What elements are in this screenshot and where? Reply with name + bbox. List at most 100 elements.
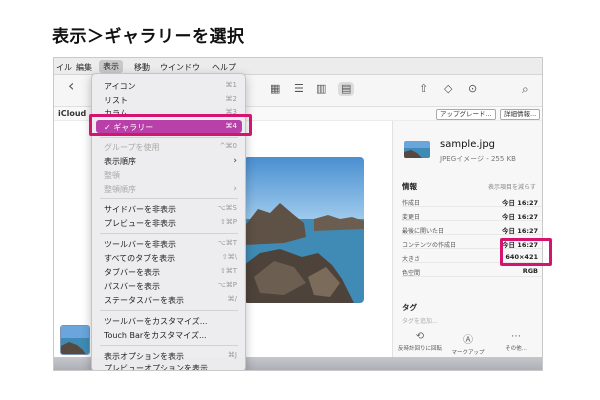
menu-separator	[100, 233, 238, 234]
info-row-last-opened: 最後に開いた日 今日 16:27	[402, 223, 542, 235]
menu-edit[interactable]: 編集	[76, 62, 92, 73]
menu-item-customize-toolbar[interactable]: ツールバーをカスタマイズ...	[92, 314, 245, 327]
highlight-box-gallery	[89, 114, 252, 136]
back-icon[interactable]: ‹	[68, 78, 74, 94]
menu-item-label: Touch Barをカスタマイズ...	[104, 331, 207, 340]
search-icon[interactable]: ⌕	[522, 82, 529, 96]
details-button[interactable]: 詳細情報...	[500, 109, 541, 120]
menu-item-icon-view[interactable]: アイコン ⌘1	[92, 79, 245, 92]
info-value: 今日 16:27	[502, 213, 538, 221]
menu-item-hide-sidebar[interactable]: サイドバーを非表示 ⌥⌘S	[92, 202, 245, 215]
gallery-icon[interactable]: ▤	[338, 82, 355, 96]
gallery-thumbnail[interactable]	[60, 325, 90, 355]
menu-item-show-status-bar[interactable]: ステータスバーを表示 ⌘/	[92, 293, 245, 306]
menu-window[interactable]: ウインドウ	[160, 62, 200, 73]
highlight-box-dimensions	[500, 238, 552, 266]
tags-input[interactable]: タグを追加...	[402, 316, 438, 325]
markup-icon: Ⓐ	[463, 335, 473, 346]
menu-item-show-all-tabs[interactable]: すべてのタブを表示 ⇧⌘\	[92, 251, 245, 264]
menu-separator	[100, 345, 238, 346]
info-key: 作成日	[402, 200, 421, 207]
info-key: 大きさ	[402, 256, 421, 263]
info-row-color-space: 色空間 RGB	[402, 265, 542, 277]
menu-item-shortcut: ⇧⌘T	[219, 267, 237, 275]
chevron-right-icon: ›	[233, 184, 237, 194]
menu-item-use-groups: グループを使用 ^⌘0	[92, 140, 245, 153]
menu-item-hide-preview[interactable]: プレビューを非表示 ⇧⌘P	[92, 216, 245, 229]
menu-go[interactable]: 移動	[134, 62, 150, 73]
menu-item-sort-by[interactable]: 表示順序 ›	[92, 154, 245, 167]
menu-item-label: すべてのタブを表示	[104, 254, 176, 263]
menu-file[interactable]: イル	[56, 62, 72, 73]
info-value: RGB	[522, 267, 538, 275]
file-thumbnail	[404, 141, 430, 158]
info-key: コンテンツの作成日	[402, 242, 457, 249]
menu-item-shortcut: ⌘1	[225, 81, 237, 89]
menu-item-clean-up: 整頓	[92, 168, 245, 181]
menu-item-shortcut: ⌥⌘P	[217, 281, 237, 289]
file-kind-size: JPEGイメージ - 255 KB	[440, 155, 516, 163]
markup-label: マークアップ	[451, 350, 485, 356]
menu-item-show-tab-bar[interactable]: タブバーを表示 ⇧⌘T	[92, 265, 245, 278]
info-key: 変更日	[402, 214, 421, 221]
page-title: 表示＞ギャラリーを選択	[52, 27, 245, 47]
grid-icon[interactable]: ▦	[270, 82, 280, 96]
upgrade-button[interactable]: アップグレード...	[436, 109, 496, 120]
menu-item-show-preview-options[interactable]: プレビューオプションを表示	[92, 361, 245, 371]
location-label: iCloud	[58, 109, 87, 118]
info-row-modified: 変更日 今日 16:27	[402, 209, 542, 221]
menu-help[interactable]: ヘルプ	[212, 62, 236, 73]
menu-item-shortcut: ⌥⌘T	[217, 239, 237, 247]
menu-item-shortcut: ⌘/	[227, 295, 237, 303]
info-key: 最後に開いた日	[402, 228, 445, 235]
info-value: 今日 16:27	[502, 227, 538, 235]
more-actions-label: その他...	[505, 346, 527, 352]
tags-heading: タグ	[402, 303, 417, 312]
columns-icon[interactable]: ▥	[316, 82, 326, 96]
tag-icon[interactable]: ◇	[444, 82, 452, 96]
menu-item-label: ツールバーをカスタマイズ...	[104, 317, 208, 326]
share-icon[interactable]: ⇧	[419, 82, 428, 96]
menu-separator	[100, 137, 238, 138]
menu-item-shortcut: ⇧⌘\	[221, 253, 237, 261]
menu-item-shortcut: ⇧⌘P	[219, 218, 237, 226]
menu-item-hide-toolbar[interactable]: ツールバーを非表示 ⌥⌘T	[92, 237, 245, 250]
menu-item-label: リスト	[104, 96, 128, 105]
more-actions-button[interactable]: ⋯ その他...	[493, 331, 539, 352]
menu-item-shortcut: ^⌘0	[219, 142, 237, 150]
menu-item-label: 表示順序	[104, 157, 136, 166]
screenshot-frame: イル 編集 表示 移動 ウインドウ ヘルプ ‹ ▦ ☰ ▥ ▤ ⇧ ◇ ⊙ ⌕ …	[53, 57, 543, 371]
menu-item-list-view[interactable]: リスト ⌘2	[92, 93, 245, 106]
chevron-right-icon: ›	[233, 156, 237, 166]
menu-item-shortcut: ⌘2	[225, 95, 237, 103]
rotate-left-icon: ⟲	[415, 331, 425, 342]
menu-item-label: パスバーを表示	[104, 282, 160, 291]
menu-item-clean-up-by: 整頓順序 ›	[92, 182, 245, 195]
menu-separator	[100, 310, 238, 311]
menu-item-label: 整頓順序	[104, 185, 136, 194]
show-less-link[interactable]: 表示項目を減らす	[488, 182, 536, 191]
gallery-preview-image[interactable]	[244, 157, 364, 303]
rotate-left-label: 反時計回りに回転	[397, 346, 442, 352]
markup-button[interactable]: Ⓐ マークアップ	[445, 331, 491, 356]
info-key: 色空間	[402, 270, 421, 277]
menu-item-label: グループを使用	[104, 143, 160, 152]
file-name: sample.jpg	[440, 139, 496, 150]
menu-item-label: プレビューを非表示	[104, 219, 176, 228]
menu-item-label: タブバーを表示	[104, 268, 160, 277]
menu-item-label: プレビューオプションを表示	[104, 364, 208, 371]
menu-item-show-path-bar[interactable]: パスバーを表示 ⌥⌘P	[92, 279, 245, 292]
list-icon[interactable]: ☰	[294, 82, 304, 96]
menu-item-label: ステータスバーを表示	[104, 296, 184, 305]
info-heading: 情報	[402, 182, 417, 191]
menu-item-customize-touch-bar[interactable]: Touch Barをカスタマイズ...	[92, 328, 245, 341]
info-value: 今日 16:27	[502, 199, 538, 207]
menu-item-label: アイコン	[104, 82, 136, 91]
menu-view[interactable]: 表示	[99, 60, 123, 73]
more-icon: ⋯	[511, 331, 521, 342]
menu-separator	[100, 198, 238, 199]
rotate-left-button[interactable]: ⟲ 反時計回りに回転	[397, 331, 443, 352]
more-options-icon[interactable]: ⊙	[468, 82, 477, 96]
info-row-created: 作成日 今日 16:27	[402, 195, 542, 207]
menu-item-label: ツールバーを非表示	[104, 240, 176, 249]
